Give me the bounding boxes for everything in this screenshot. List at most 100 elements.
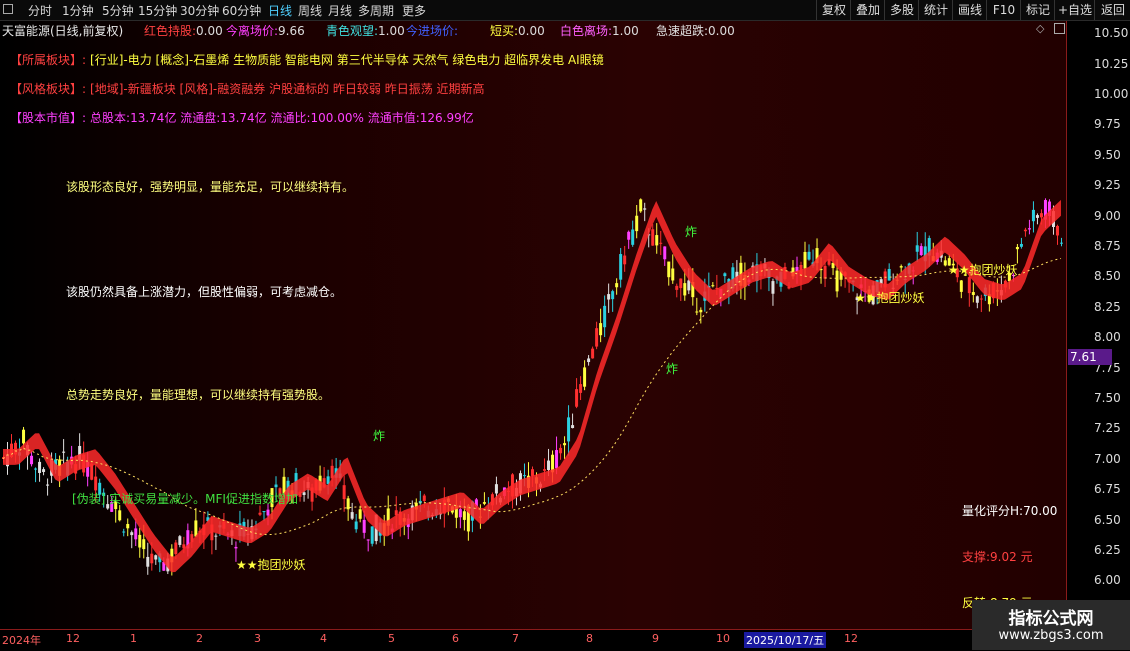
y-tick-label: 6.25	[1094, 542, 1121, 557]
candle	[362, 519, 366, 533]
period-tab[interactable]: 1分钟	[62, 2, 94, 19]
candle	[659, 242, 663, 244]
maximize-icon[interactable]	[1054, 23, 1065, 34]
candle	[46, 484, 50, 486]
candle	[342, 485, 346, 500]
note-trend: 总势走势良好，量能理想，可以继续持有强势股。	[66, 388, 331, 402]
toolbar-button[interactable]: +自选	[1054, 0, 1095, 20]
candle	[354, 521, 358, 530]
sector-line: 【股本市值】: 总股本:13.74亿 流通盘:13.74亿 流通比:100.00%…	[10, 109, 474, 126]
candle	[370, 526, 374, 544]
indicator-label: 今离场价:	[226, 24, 279, 38]
candle	[174, 542, 178, 555]
candle	[150, 553, 154, 564]
candle	[547, 460, 551, 470]
candle	[1027, 228, 1031, 230]
period-tab[interactable]: 日线	[268, 2, 292, 19]
candle	[138, 534, 142, 548]
current-price-tag: 7.61	[1068, 349, 1112, 365]
indicator-label: 今进场价:	[406, 24, 459, 38]
y-tick-label: 6.00	[1094, 573, 1121, 588]
candle	[687, 280, 691, 291]
y-tick-label: 6.75	[1094, 482, 1121, 497]
sector-line: 【风格板块】: [地域]-新疆板块 [风格]-融资融券 沪股通标的 昨日较弱 昨日…	[10, 80, 485, 97]
period-tab[interactable]: 月线	[328, 2, 352, 19]
candle	[366, 539, 370, 541]
candle	[154, 555, 158, 560]
window-menu-icon[interactable]	[3, 4, 13, 14]
date-axis-bar	[0, 629, 1130, 651]
candle	[771, 281, 775, 294]
note-disguise: [伪装] 实诚买易量减少。MFI促进指数增加	[72, 492, 298, 506]
period-tab[interactable]: 多周期	[358, 2, 394, 19]
hold-marker: ★★抱团炒妖	[855, 291, 925, 305]
candle	[671, 268, 675, 281]
toolbar-button[interactable]: 叠加	[850, 0, 885, 20]
candle	[615, 283, 619, 288]
toolbar-button[interactable]: 复权	[816, 0, 851, 20]
indicator-value: 短买:0.00	[490, 22, 545, 39]
indicator-value: 急速超跌:0.00	[656, 22, 735, 39]
period-tab[interactable]: 15分钟	[138, 2, 177, 19]
period-tab[interactable]: 分时	[28, 2, 52, 19]
indicator-label: 青色观望:	[326, 24, 379, 38]
x-tick-label: 2024年	[2, 634, 41, 647]
sector-label: 【股本市值】:	[10, 111, 87, 125]
sector-label: 【所属板块】:	[10, 53, 87, 67]
y-tick-label: 8.75	[1094, 238, 1121, 253]
toolbar-button[interactable]: F10	[986, 0, 1021, 20]
period-tab[interactable]: 更多	[402, 2, 426, 19]
candle	[194, 520, 198, 537]
candle	[126, 523, 130, 529]
candle	[178, 536, 182, 545]
period-tab[interactable]: 60分钟	[222, 2, 261, 19]
candle	[258, 512, 262, 515]
toolbar-button[interactable]: 统计	[918, 0, 953, 20]
candle	[30, 455, 34, 465]
y-tick-label: 10.25	[1094, 56, 1129, 71]
period-tab[interactable]: 周线	[298, 2, 322, 19]
candle	[823, 265, 827, 279]
candle	[607, 294, 611, 300]
toolbar-button[interactable]: 多股	[884, 0, 919, 20]
candle	[302, 492, 306, 495]
x-tick-label: 3	[254, 632, 261, 645]
candle	[122, 531, 126, 533]
candle	[603, 305, 607, 328]
indicator-number: 9.66	[278, 24, 305, 38]
hold-marker: ★★抱团炒妖	[948, 263, 1018, 277]
x-tick-label: 4	[320, 632, 327, 645]
candle	[663, 246, 667, 260]
candle	[22, 429, 26, 444]
y-tick-label: 8.25	[1094, 299, 1121, 314]
candle	[915, 245, 919, 252]
y-tick-label: 6.50	[1094, 512, 1121, 527]
candle	[567, 417, 571, 442]
candle	[835, 270, 839, 292]
candle	[639, 199, 643, 212]
candle	[38, 461, 42, 473]
y-tick-label: 9.25	[1094, 178, 1121, 193]
candle	[591, 348, 595, 359]
candle	[563, 443, 567, 446]
sector-line: 【所属板块】: [行业]-电力 [概念]-石墨烯 生物质能 智能电网 第三代半导体…	[10, 51, 604, 68]
candle	[899, 266, 903, 268]
toolbar-button[interactable]: 画线	[952, 0, 987, 20]
period-tab[interactable]: 5分钟	[102, 2, 134, 19]
period-tab[interactable]: 30分钟	[180, 2, 219, 19]
x-tick-label: 12	[844, 632, 858, 645]
bomb-marker: 炸	[685, 225, 698, 239]
candle	[887, 268, 891, 281]
note-strong: 该股形态良好，强势明显，量能充足，可以继续持有。	[66, 180, 355, 194]
candle	[422, 495, 426, 501]
x-tick-label: 1	[130, 632, 137, 645]
candle	[1039, 213, 1043, 218]
diamond-icon[interactable]: ◇	[1036, 22, 1044, 35]
candle	[583, 367, 587, 387]
candle	[679, 278, 683, 289]
toolbar-button[interactable]: 标记	[1020, 0, 1055, 20]
candle	[358, 509, 362, 519]
candle	[807, 251, 811, 260]
y-tick-label: 9.00	[1094, 208, 1121, 223]
toolbar-button[interactable]: 返回	[1094, 0, 1130, 20]
